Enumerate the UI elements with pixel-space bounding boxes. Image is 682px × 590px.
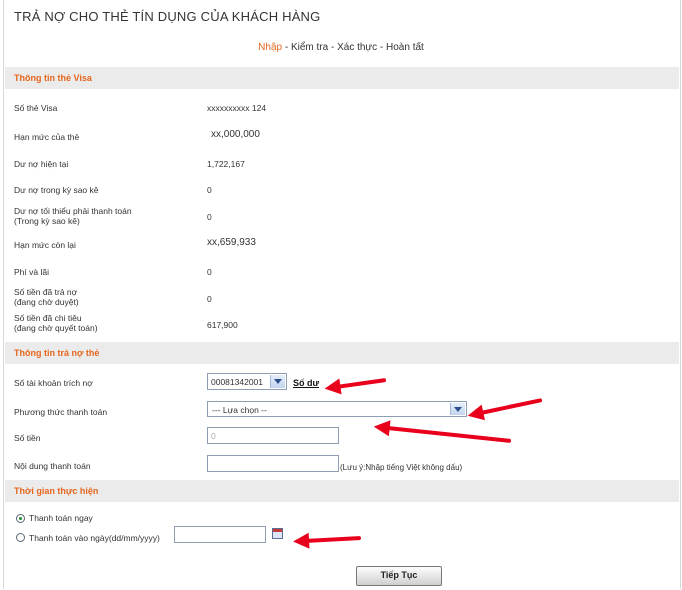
step-rest: - Kiểm tra - Xác thực - Hoàn tất (282, 42, 424, 53)
account-select[interactable]: 00081342001 (207, 373, 287, 390)
row-label-line1: Số tiền đã chi tiêu (14, 313, 82, 323)
min-payment-value: 0 (207, 212, 212, 222)
pay-now-label: Thanh toán ngay (29, 513, 93, 523)
spent-pending-value: 617,900 (207, 320, 238, 330)
row-label-line2: (Trong kỳ sao kê) (14, 216, 80, 226)
section-title: Thông tin trả nợ thẻ (14, 348, 100, 358)
date-input[interactable] (174, 526, 266, 543)
continue-button[interactable]: Tiếp Tục (356, 566, 442, 586)
payment-info-header: Thông tin trả nợ thẻ (5, 342, 679, 364)
method-select-value: --- Lựa chọn -- (212, 405, 267, 415)
content-input[interactable] (207, 455, 339, 472)
pay-on-date-radio[interactable] (16, 533, 25, 542)
remaining-limit-value: xx,659,933 (207, 237, 256, 248)
section-title: Thông tin thẻ Visa (14, 73, 92, 83)
chevron-down-icon[interactable] (270, 375, 285, 388)
account-label: Số tài khoản trích nợ (14, 378, 93, 388)
card-info-header: Thông tin thẻ Visa (5, 67, 679, 89)
row-label-line2: (đang chờ quyết toán) (14, 323, 98, 333)
step-current: Nhập (258, 42, 283, 53)
content-label: Nội dung thanh toán (14, 461, 91, 471)
row-label-line1: Dư nợ tối thiểu phải thanh toán (14, 206, 132, 216)
method-select[interactable]: --- Lựa chọn -- (207, 401, 467, 417)
row-label-line1: Số tiền đã trả nợ (14, 287, 78, 297)
fees-interest-value: 0 (207, 267, 212, 277)
row-label: Số thẻ Visa (14, 103, 58, 113)
step-indicator: Nhập - Kiểm tra - Xác thực - Hoàn tất (0, 42, 682, 53)
row-label: Dư nợ trong kỳ sao kê (14, 185, 99, 195)
current-debt-value: 1,722,167 (207, 159, 245, 169)
statement-debt-value: 0 (207, 185, 212, 195)
amount-input[interactable]: 0 (207, 427, 339, 444)
calendar-icon[interactable] (272, 528, 283, 539)
account-select-value: 00081342001 (211, 377, 264, 387)
row-label: Dư nợ tối thiểu phải thanh toán (Trong k… (14, 206, 132, 226)
row-label: Hạn mức của thẻ (14, 132, 80, 142)
card-limit-value: xx,000,000 (211, 129, 260, 140)
row-label: Hạn mức còn lại (14, 240, 76, 250)
time-section-header: Thời gian thực hiện (5, 480, 679, 502)
page-title: TRẢ NỢ CHO THẺ TÍN DỤNG CỦA KHÁCH HÀNG (14, 9, 321, 24)
method-label: Phương thức thanh toán (14, 407, 108, 417)
balance-link[interactable]: Số dư (293, 378, 319, 388)
section-title: Thời gian thực hiện (14, 486, 99, 496)
row-label: Phí và lãi (14, 267, 49, 277)
amount-placeholder: 0 (211, 431, 216, 441)
pay-now-radio[interactable] (16, 514, 25, 523)
content-note: (Lưu ý:Nhập tiếng Việt không dấu) (340, 463, 463, 472)
amount-label: Số tiền (14, 433, 41, 443)
row-label: Số tiền đã chi tiêu (đang chờ quyết toán… (14, 313, 98, 333)
card-number-value: xxxxxxxxxx 124 (207, 103, 267, 113)
paid-pending-value: 0 (207, 294, 212, 304)
row-label: Dư nợ hiện tại (14, 159, 69, 169)
chevron-down-icon[interactable] (450, 403, 465, 415)
row-label: Số tiền đã trả nợ (đang chờ duyệt) (14, 287, 79, 307)
row-label-line2: (đang chờ duyệt) (14, 297, 79, 307)
pay-on-date-label: Thanh toán vào ngày(dd/mm/yyyy) (29, 533, 160, 543)
